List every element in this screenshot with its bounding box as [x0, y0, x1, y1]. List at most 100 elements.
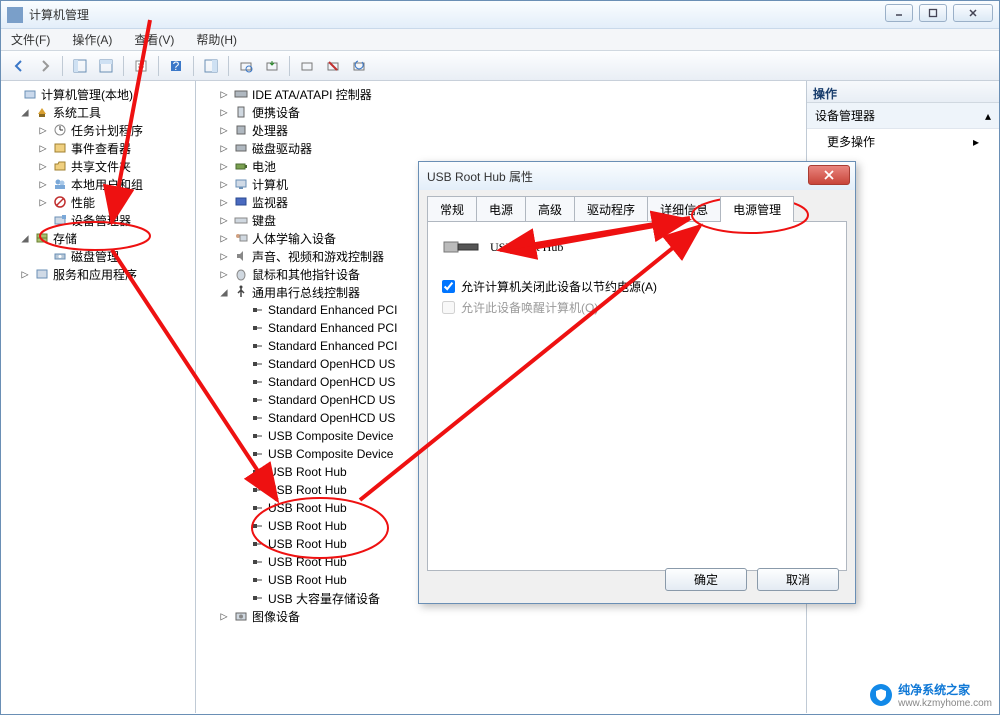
- watermark-sub: www.kzmyhome.com: [898, 698, 992, 709]
- forward-button[interactable]: [33, 54, 57, 78]
- tab-power[interactable]: 电源: [476, 196, 526, 222]
- dialog-title: USB Root Hub 属性: [427, 168, 847, 185]
- label: USB Root Hub: [268, 537, 347, 551]
- dialog-close-button[interactable]: [808, 165, 850, 185]
- minimize-button[interactable]: [885, 4, 913, 22]
- tab-advanced[interactable]: 高级: [525, 196, 575, 222]
- label: IDE ATA/ATAPI 控制器: [252, 86, 372, 103]
- back-button[interactable]: [7, 54, 31, 78]
- label: 便携设备: [252, 104, 300, 121]
- separator: [62, 56, 63, 76]
- tool-uninstall[interactable]: [295, 54, 319, 78]
- label: 计算机: [252, 176, 288, 193]
- tool-help[interactable]: ?: [164, 54, 188, 78]
- tab-row: 常规 电源 高级 驱动程序 详细信息 电源管理: [419, 190, 855, 222]
- cancel-button[interactable]: 取消: [757, 568, 839, 591]
- label: 声音、视频和游戏控制器: [252, 248, 384, 265]
- label: Standard Enhanced PCI: [268, 303, 397, 317]
- dev-cpu[interactable]: ▷处理器: [198, 121, 804, 139]
- tree-local-users[interactable]: ▷本地用户和组: [3, 175, 193, 193]
- label: Standard OpenHCD US: [268, 411, 395, 425]
- label: 系统工具: [53, 104, 101, 121]
- dev-imaging[interactable]: ▷图像设备: [198, 607, 804, 625]
- menu-help[interactable]: 帮助(H): [192, 29, 241, 50]
- close-button[interactable]: [953, 4, 993, 22]
- label: USB Root Hub: [268, 519, 347, 533]
- tool-panel[interactable]: [199, 54, 223, 78]
- separator: [289, 56, 290, 76]
- properties-dialog: USB Root Hub 属性 常规 电源 高级 驱动程序 详细信息 电源管理 …: [418, 161, 856, 604]
- dev-disk-drives[interactable]: ▷磁盘驱动器: [198, 139, 804, 157]
- label: USB Root Hub: [268, 573, 347, 587]
- label: 更多操作: [827, 133, 875, 150]
- separator: [193, 56, 194, 76]
- tree-services[interactable]: ▷服务和应用程序: [3, 265, 193, 283]
- label: 电池: [252, 158, 276, 175]
- menu-action[interactable]: 操作(A): [68, 29, 116, 50]
- actions-more[interactable]: 更多操作 ▸: [807, 129, 999, 154]
- menu-file[interactable]: 文件(F): [7, 29, 54, 50]
- watermark-badge-icon: [870, 684, 892, 706]
- checkbox-allow-wake: 允许此设备唤醒计算机(O): [442, 299, 832, 316]
- tree-performance[interactable]: ▷性能: [3, 193, 193, 211]
- tool-view1[interactable]: [68, 54, 92, 78]
- label: 本地用户和组: [71, 176, 143, 193]
- label: Standard Enhanced PCI: [268, 321, 397, 335]
- tool-update[interactable]: [260, 54, 284, 78]
- maximize-button[interactable]: [919, 4, 947, 22]
- tool-properties[interactable]: [129, 54, 153, 78]
- label: USB Root Hub: [268, 465, 347, 479]
- window-title: 计算机管理: [29, 6, 993, 23]
- label: USB Root Hub: [268, 501, 347, 515]
- tab-power-management[interactable]: 电源管理: [720, 196, 794, 222]
- separator: [123, 56, 124, 76]
- label: 图像设备: [252, 608, 300, 625]
- label: Standard OpenHCD US: [268, 375, 395, 389]
- ok-button[interactable]: 确定: [665, 568, 747, 591]
- tab-details[interactable]: 详细信息: [647, 196, 721, 222]
- watermark: 纯净系统之家 www.kzmyhome.com: [870, 681, 992, 709]
- label: USB 大容量存储设备: [268, 590, 380, 607]
- tree-disk-management[interactable]: 磁盘管理: [3, 247, 193, 265]
- label: USB Root Hub: [268, 555, 347, 569]
- window-controls: [885, 4, 993, 22]
- actions-device-manager[interactable]: 设备管理器 ▴: [807, 103, 999, 129]
- menu-bar: 文件(F) 操作(A) 查看(V) 帮助(H): [1, 29, 999, 51]
- tool-view2[interactable]: [94, 54, 118, 78]
- label: 共享文件夹: [71, 158, 131, 175]
- tree-task-scheduler[interactable]: ▷任务计划程序: [3, 121, 193, 139]
- tool-scan[interactable]: [234, 54, 258, 78]
- checkbox-allow-power-off[interactable]: 允许计算机关闭此设备以节约电源(A): [442, 278, 832, 295]
- label: 监视器: [252, 194, 288, 211]
- checkbox-input[interactable]: [442, 280, 455, 293]
- dialog-buttons: 确定 取消: [665, 568, 839, 591]
- tree-event-viewer[interactable]: ▷事件查看器: [3, 139, 193, 157]
- nav-tree-panel: 计算机管理(本地) ◢系统工具 ▷任务计划程序 ▷事件查看器 ▷共享文件夹 ▷本…: [1, 81, 196, 713]
- tool-refresh[interactable]: [347, 54, 371, 78]
- tree-storage[interactable]: ◢存储: [3, 229, 193, 247]
- label: 计算机管理(本地): [41, 86, 133, 103]
- menu-view[interactable]: 查看(V): [130, 29, 178, 50]
- chevron-up-icon: ▴: [985, 109, 991, 123]
- tool-bar: ?: [1, 51, 999, 81]
- device-name: USB Root Hub: [490, 240, 563, 255]
- actions-header: 操作: [807, 81, 999, 103]
- label: 任务计划程序: [71, 122, 143, 139]
- label: 性能: [71, 194, 95, 211]
- tree-root[interactable]: 计算机管理(本地): [3, 85, 193, 103]
- dialog-title-bar: USB Root Hub 属性: [419, 162, 855, 190]
- app-icon: [7, 7, 23, 23]
- tab-driver[interactable]: 驱动程序: [574, 196, 648, 222]
- tree-shared-folders[interactable]: ▷共享文件夹: [3, 157, 193, 175]
- label: USB Composite Device: [268, 429, 393, 443]
- tab-general[interactable]: 常规: [427, 196, 477, 222]
- usb-connector-icon: [442, 236, 480, 258]
- label: 通用串行总线控制器: [252, 284, 360, 301]
- dev-ide[interactable]: ▷IDE ATA/ATAPI 控制器: [198, 85, 804, 103]
- label: 处理器: [252, 122, 288, 139]
- dev-portable[interactable]: ▷便携设备: [198, 103, 804, 121]
- tree-system-tools[interactable]: ◢系统工具: [3, 103, 193, 121]
- tree-device-manager[interactable]: 设备管理器: [3, 211, 193, 229]
- tool-disable[interactable]: [321, 54, 345, 78]
- separator: [158, 56, 159, 76]
